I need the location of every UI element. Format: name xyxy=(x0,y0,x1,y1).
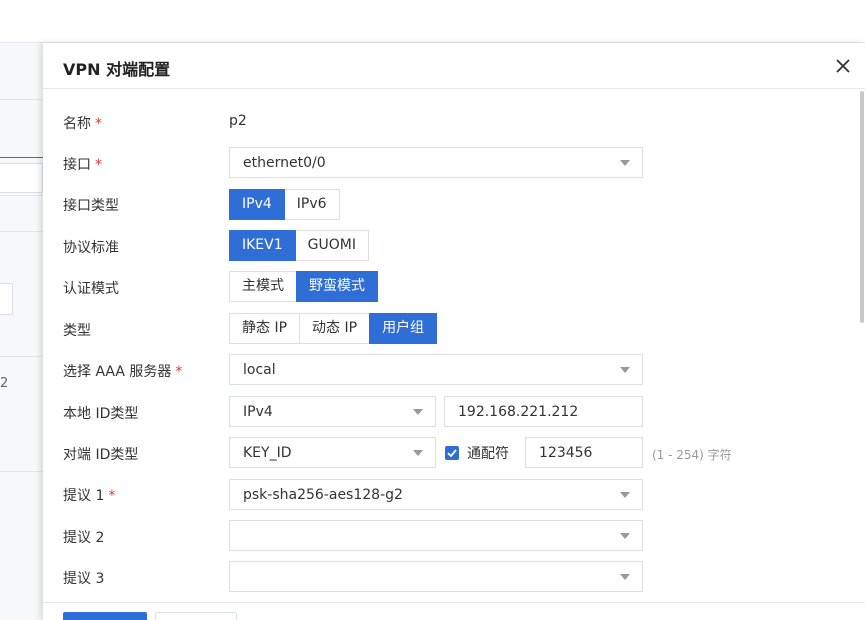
background-divider xyxy=(0,99,43,100)
required-mark: * xyxy=(95,157,102,173)
interface-type-ipv6-button[interactable]: IPv6 xyxy=(283,189,340,220)
interface-select-value: ethernet0/0 xyxy=(243,155,326,171)
wildcard-checkbox[interactable] xyxy=(445,446,459,460)
name-value: p2 xyxy=(229,113,247,129)
peer-id-input[interactable]: 123456 xyxy=(525,437,643,468)
interface-type-label: 接口类型 xyxy=(63,198,119,214)
interface-select[interactable]: ethernet0/0 xyxy=(229,147,643,178)
local-id-type-select[interactable]: IPv4 xyxy=(229,396,436,427)
auth-mode-label: 认证模式 xyxy=(63,281,119,297)
cancel-button[interactable] xyxy=(155,612,237,620)
chevron-down-icon xyxy=(620,160,630,166)
background-page: 2 xyxy=(0,43,43,620)
chevron-down-icon xyxy=(620,367,630,373)
footer-divider xyxy=(43,602,865,603)
type-dynamic-ip-button[interactable]: 动态 IP xyxy=(299,313,371,344)
required-mark: * xyxy=(95,116,102,132)
aaa-server-select-value: local xyxy=(243,362,276,378)
protocol-label: 协议标准 xyxy=(63,240,119,256)
chevron-down-icon xyxy=(620,574,630,580)
background-divider xyxy=(0,157,43,158)
background-divider xyxy=(0,471,43,472)
confirm-button[interactable] xyxy=(63,612,147,620)
peer-id-input-value: 123456 xyxy=(539,445,593,461)
top-bar xyxy=(0,0,865,43)
type-user-group-button[interactable]: 用户组 xyxy=(369,313,438,344)
interface-type-ipv4-button[interactable]: IPv4 xyxy=(229,189,285,220)
local-id-input[interactable]: 192.168.221.212 xyxy=(444,396,643,427)
chevron-down-icon xyxy=(413,409,423,415)
required-mark: * xyxy=(175,364,183,380)
dialog-header: VPN 对端配置 xyxy=(43,43,865,89)
aaa-server-select[interactable]: local xyxy=(229,354,643,385)
local-id-label: 本地 ID类型 xyxy=(63,406,139,422)
local-id-type-value: IPv4 xyxy=(243,404,273,420)
auth-mode-main-button[interactable]: 主模式 xyxy=(229,271,297,302)
background-cell: 2 xyxy=(0,376,9,391)
chevron-down-icon xyxy=(413,450,423,456)
protocol-guomi-button[interactable]: GUOMI xyxy=(294,230,369,261)
background-divider xyxy=(0,231,43,232)
wildcard-label[interactable]: 通配符 xyxy=(467,443,509,463)
proposal3-select[interactable] xyxy=(229,561,643,592)
dialog-title: VPN 对端配置 xyxy=(63,60,171,79)
chevron-down-icon xyxy=(620,533,630,539)
proposal1-select-value: psk-sha256-aes128-g2 xyxy=(243,487,403,503)
proposal1-select[interactable]: psk-sha256-aes128-g2 xyxy=(229,479,643,510)
proposal2-label: 提议 2 xyxy=(63,530,105,546)
peer-id-label: 对端 ID类型 xyxy=(63,447,139,463)
protocol-group: IKEV1 GUOMI xyxy=(229,230,369,261)
proposal3-label: 提议 3 xyxy=(63,571,105,587)
proposal1-label: 提议 1 * xyxy=(63,488,116,504)
background-divider xyxy=(0,195,43,196)
interface-type-group: IPv4 IPv6 xyxy=(229,189,340,220)
required-mark: * xyxy=(108,488,116,504)
peer-id-type-select[interactable]: KEY_ID xyxy=(229,437,436,468)
background-input xyxy=(0,283,13,315)
auth-mode-group: 主模式 野蛮模式 xyxy=(229,271,378,302)
proposal2-select[interactable] xyxy=(229,520,643,551)
vpn-peer-config-dialog: VPN 对端配置 名称 * p2 接口 * ethernet0/0 接口类型 IPv… xyxy=(43,43,865,620)
dialog-scrollbar[interactable] xyxy=(860,91,864,323)
name-label: 名称 * xyxy=(63,116,102,132)
type-label: 类型 xyxy=(63,323,91,339)
protocol-ikev1-button[interactable]: IKEV1 xyxy=(229,230,296,261)
chevron-down-icon xyxy=(620,492,630,498)
peer-id-type-value: KEY_ID xyxy=(243,445,292,461)
local-id-input-value: 192.168.221.212 xyxy=(458,404,579,420)
peer-id-length-hint: (1 - 254) 字符 xyxy=(652,448,732,462)
aaa-server-label: 选择 AAA 服务器 * xyxy=(63,364,183,380)
type-static-ip-button[interactable]: 静态 IP xyxy=(229,313,301,344)
auth-mode-aggressive-button[interactable]: 野蛮模式 xyxy=(296,271,378,302)
close-icon[interactable] xyxy=(833,56,853,76)
background-divider xyxy=(0,356,43,357)
interface-label: 接口 * xyxy=(63,157,102,173)
type-group: 静态 IP 动态 IP 用户组 xyxy=(229,313,438,344)
background-input xyxy=(0,163,43,193)
